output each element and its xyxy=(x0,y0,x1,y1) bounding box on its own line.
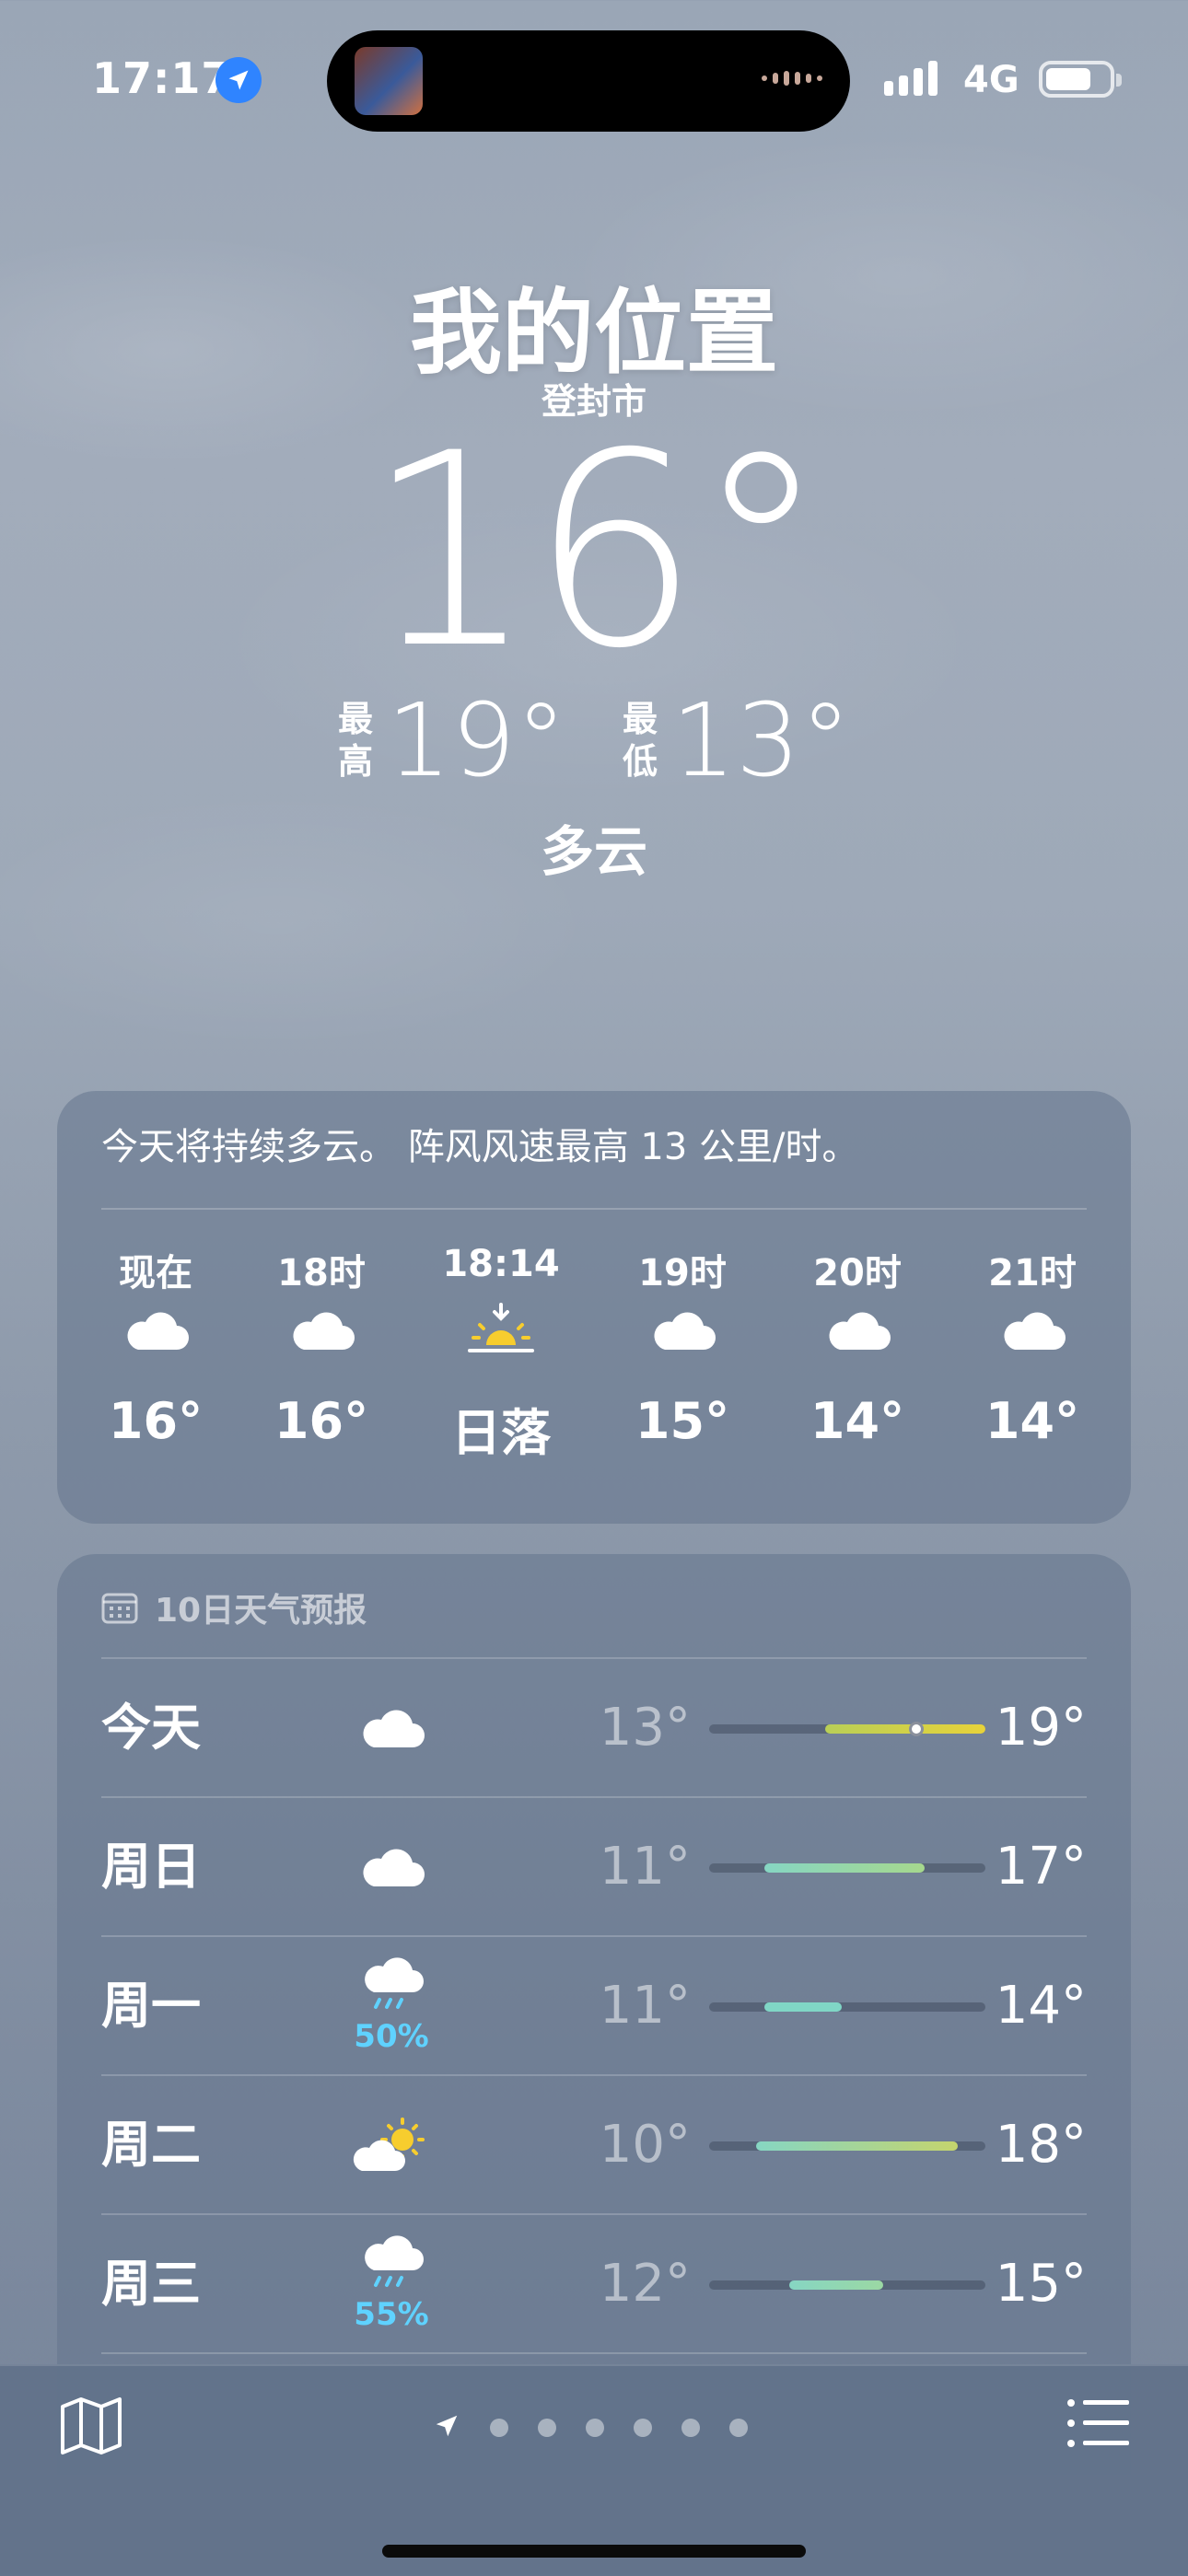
ten-day-forecast-card[interactable]: 10日天气预报 今天 13° 19° 周日 11° 17° 周一 50% 11° 14° 周二 10°… xyxy=(57,1554,1131,2475)
page-dot[interactable] xyxy=(586,2419,604,2437)
hourly-item: 18时 16° xyxy=(234,1243,409,1450)
high-label: 最高 xyxy=(338,699,374,782)
hour-label: 18:14 xyxy=(442,1243,560,1285)
daily-row[interactable]: 周三 55% 12° 15° xyxy=(101,2215,1087,2353)
hourly-item: 18:14 日落 xyxy=(413,1243,588,1465)
sunset-icon xyxy=(413,1298,588,1363)
daily-row[interactable]: 周二 10° 18° xyxy=(101,2076,1087,2214)
day-label: 今天 xyxy=(101,1699,201,1757)
day-low: 13° xyxy=(599,1698,691,1758)
daily-row[interactable]: 今天 13° 19° xyxy=(101,1659,1087,1797)
dynamic-island[interactable] xyxy=(327,30,850,132)
day-high: 15° xyxy=(995,2254,1087,2314)
location-arrow-icon xyxy=(215,57,262,103)
day-high: 19° xyxy=(995,1698,1087,1758)
hour-temp: 14° xyxy=(984,1392,1080,1450)
low-label: 最低 xyxy=(622,699,658,782)
page-dot[interactable] xyxy=(634,2419,652,2437)
day-low: 12° xyxy=(599,2254,691,2314)
precip-chance: 50% xyxy=(354,2018,429,2055)
cloud-icon xyxy=(945,1298,1120,1363)
status-time: 17:17 xyxy=(92,53,232,103)
cloud-icon xyxy=(68,1298,243,1363)
high-temp: 19° xyxy=(387,681,566,799)
page-dot[interactable] xyxy=(729,2419,748,2437)
high-low-temps: 最高 19° 最低 13° xyxy=(0,681,1188,799)
page-indicator[interactable] xyxy=(433,2412,748,2443)
temp-range-bar xyxy=(709,1722,985,1736)
hourly-item: 20时 14° xyxy=(770,1243,945,1450)
hour-label: 现在 xyxy=(119,1252,192,1294)
cloud-icon xyxy=(770,1298,945,1363)
cloud-icon xyxy=(341,1798,442,1936)
temp-range-fill xyxy=(756,2141,958,2151)
hourly-item: 21时 14° xyxy=(945,1243,1120,1450)
temp-range-bar xyxy=(709,2141,985,2151)
precip-chance: 55% xyxy=(354,2296,429,2333)
day-low: 11° xyxy=(599,1837,691,1897)
cloud-icon xyxy=(234,1298,409,1363)
cellular-signal-icon xyxy=(884,61,938,96)
hour-label: 21时 xyxy=(988,1252,1077,1294)
day-high: 18° xyxy=(995,2115,1087,2175)
current-temp-marker xyxy=(909,1722,924,1736)
calendar-icon xyxy=(101,1593,138,1624)
list-icon[interactable] xyxy=(1066,2397,1129,2453)
temp-range-fill xyxy=(789,2280,883,2290)
cloud-icon xyxy=(595,1298,770,1363)
day-label: 周二 xyxy=(101,2116,201,2174)
divider xyxy=(101,1208,1087,1210)
day-low: 10° xyxy=(599,2115,691,2175)
divider xyxy=(101,2352,1087,2354)
ten-day-header: 10日天气预报 xyxy=(101,1584,367,1631)
bottom-toolbar xyxy=(0,2364,1188,2576)
map-icon[interactable] xyxy=(59,2394,123,2462)
hour-label: 20时 xyxy=(813,1252,902,1294)
low-temp: 13° xyxy=(671,681,851,799)
day-high: 17° xyxy=(995,1837,1087,1897)
temp-range-bar xyxy=(709,2280,985,2290)
day-label: 周日 xyxy=(101,1838,201,1896)
forecast-summary: 今天将持续多云。 阵风风速最高 13 公里/时。 xyxy=(101,1126,859,1168)
hourly-forecast-card[interactable]: 今天将持续多云。 阵风风速最高 13 公里/时。 现在 16° 18时 16° 18:1… xyxy=(57,1091,1131,1524)
current-temperature: 16° xyxy=(365,397,828,707)
hour-temp: 14° xyxy=(809,1392,905,1450)
cloud-icon xyxy=(341,1659,442,1797)
partly-sunny-icon xyxy=(341,2076,442,2214)
hour-label: 18时 xyxy=(277,1252,366,1294)
page-dot[interactable] xyxy=(681,2419,700,2437)
hour-temp: 16° xyxy=(108,1392,204,1450)
temp-range-bar xyxy=(709,2002,985,2012)
daily-row[interactable]: 周一 50% 11° 14° xyxy=(101,1937,1087,2075)
day-low: 11° xyxy=(599,1976,691,2036)
day-label: 周一 xyxy=(101,1977,201,2035)
hour-label: 19时 xyxy=(638,1252,727,1294)
ten-day-title: 10日天气预报 xyxy=(155,1592,367,1630)
temp-range-fill xyxy=(764,1863,925,1873)
hour-temp: 日落 xyxy=(451,1404,551,1462)
weather-condition: 多云 xyxy=(540,820,647,883)
current-location-page-icon[interactable] xyxy=(433,2412,460,2443)
location-title: 我的位置 xyxy=(410,279,778,387)
day-label: 周三 xyxy=(101,2255,201,2313)
status-bar: 17:17 4G xyxy=(0,0,1188,166)
daily-row[interactable]: 周日 11° 17° xyxy=(101,1798,1087,1936)
network-type: 4G xyxy=(963,59,1019,101)
now-playing-artwork[interactable] xyxy=(355,47,423,115)
page-dot[interactable] xyxy=(538,2419,556,2437)
temp-range-fill xyxy=(825,1724,985,1734)
hour-temp: 15° xyxy=(635,1392,730,1450)
hourly-item: 19时 15° xyxy=(595,1243,770,1450)
cloud-rain-icon: 50% xyxy=(341,1937,442,2075)
audio-waveform-icon xyxy=(762,71,822,86)
page-dot[interactable] xyxy=(490,2419,508,2437)
hour-temp: 16° xyxy=(274,1392,369,1450)
temp-range-bar xyxy=(709,1863,985,1873)
temp-range-fill xyxy=(764,2002,842,2012)
day-high: 14° xyxy=(995,1976,1087,2036)
home-indicator[interactable] xyxy=(382,2545,806,2558)
battery-icon xyxy=(1039,61,1122,98)
cloud-rain-icon: 55% xyxy=(341,2215,442,2353)
hourly-item: 现在 16° xyxy=(68,1243,243,1450)
